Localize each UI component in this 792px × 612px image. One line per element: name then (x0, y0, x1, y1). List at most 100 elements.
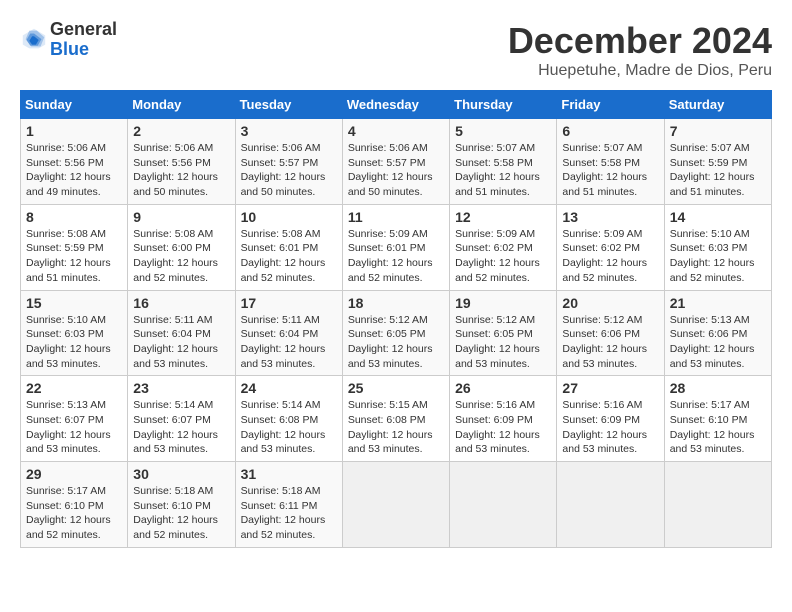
day-info: Sunrise: 5:15 AM Sunset: 6:08 PM Dayligh… (348, 398, 444, 457)
calendar-day-cell (450, 462, 557, 548)
day-number: 8 (26, 209, 122, 225)
day-info: Sunrise: 5:17 AM Sunset: 6:10 PM Dayligh… (26, 484, 122, 543)
day-info: Sunrise: 5:06 AM Sunset: 5:57 PM Dayligh… (348, 141, 444, 200)
calendar-day-cell: 22 Sunrise: 5:13 AM Sunset: 6:07 PM Dayli… (21, 376, 128, 462)
calendar-day-cell: 5Sunrise: 5:07 AM Sunset: 5:58 PM Daylig… (450, 119, 557, 205)
day-info: Sunrise: 5:11 AM Sunset: 6:04 PM Dayligh… (133, 313, 229, 372)
day-info: Sunrise: 5:09 AM Sunset: 6:02 PM Dayligh… (562, 227, 658, 286)
title-area: December 2024 Huepetuhe, Madre de Dios, … (508, 20, 772, 80)
calendar-day-cell: 2 Sunrise: 5:06 AM Sunset: 5:56 PM Daylig… (128, 119, 235, 205)
calendar-day-cell: 4 Sunrise: 5:06 AM Sunset: 5:57 PM Daylig… (342, 119, 449, 205)
calendar-week-row: 15 Sunrise: 5:10 AM Sunset: 6:03 PM Dayli… (21, 290, 772, 376)
day-number: 24 (241, 380, 337, 396)
calendar-day-cell: 11 Sunrise: 5:09 AM Sunset: 6:01 PM Dayli… (342, 204, 449, 290)
calendar-day-cell: 19 Sunrise: 5:12 AM Sunset: 6:05 PM Dayli… (450, 290, 557, 376)
day-info: Sunrise: 5:12 AM Sunset: 6:05 PM Dayligh… (348, 313, 444, 372)
day-number: 14 (670, 209, 766, 225)
weekday-header: Thursday (450, 91, 557, 119)
day-number: 4 (348, 123, 444, 139)
day-number: 3 (241, 123, 337, 139)
calendar-day-cell: 13 Sunrise: 5:09 AM Sunset: 6:02 PM Dayli… (557, 204, 664, 290)
page-title: December 2024 (508, 20, 772, 62)
weekday-header: Sunday (21, 91, 128, 119)
day-number: 25 (348, 380, 444, 396)
calendar-day-cell: 1 Sunrise: 5:06 AM Sunset: 5:56 PM Daylig… (21, 119, 128, 205)
day-number: 28 (670, 380, 766, 396)
calendar-day-cell: 3 Sunrise: 5:06 AM Sunset: 5:57 PM Daylig… (235, 119, 342, 205)
calendar-day-cell: 30Sunrise: 5:18 AM Sunset: 6:10 PM Dayli… (128, 462, 235, 548)
calendar-week-row: 22 Sunrise: 5:13 AM Sunset: 6:07 PM Dayli… (21, 376, 772, 462)
calendar-day-cell: 17Sunrise: 5:11 AM Sunset: 6:04 PM Dayli… (235, 290, 342, 376)
weekday-header: Tuesday (235, 91, 342, 119)
day-number: 22 (26, 380, 122, 396)
calendar-day-cell: 6 Sunrise: 5:07 AM Sunset: 5:58 PM Daylig… (557, 119, 664, 205)
day-info: Sunrise: 5:07 AM Sunset: 5:58 PM Dayligh… (455, 141, 551, 200)
calendar-day-cell: 31 Sunrise: 5:18 AM Sunset: 6:11 PM Dayli… (235, 462, 342, 548)
day-number: 12 (455, 209, 551, 225)
logo-icon (20, 26, 48, 54)
day-info: Sunrise: 5:13 AM Sunset: 6:07 PM Dayligh… (26, 398, 122, 457)
day-info: Sunrise: 5:08 AM Sunset: 6:01 PM Dayligh… (241, 227, 337, 286)
calendar-day-cell (664, 462, 771, 548)
calendar-day-cell: 14Sunrise: 5:10 AM Sunset: 6:03 PM Dayli… (664, 204, 771, 290)
weekday-header: Wednesday (342, 91, 449, 119)
calendar-week-row: 1 Sunrise: 5:06 AM Sunset: 5:56 PM Daylig… (21, 119, 772, 205)
weekday-header: Monday (128, 91, 235, 119)
day-info: Sunrise: 5:11 AM Sunset: 6:04 PM Dayligh… (241, 313, 337, 372)
calendar-day-cell: 26 Sunrise: 5:16 AM Sunset: 6:09 PM Dayli… (450, 376, 557, 462)
day-info: Sunrise: 5:09 AM Sunset: 6:02 PM Dayligh… (455, 227, 551, 286)
day-info: Sunrise: 5:18 AM Sunset: 6:11 PM Dayligh… (241, 484, 337, 543)
day-info: Sunrise: 5:14 AM Sunset: 6:08 PM Dayligh… (241, 398, 337, 457)
day-info: Sunrise: 5:17 AM Sunset: 6:10 PM Dayligh… (670, 398, 766, 457)
logo-blue-text: Blue (50, 39, 89, 59)
day-number: 15 (26, 295, 122, 311)
day-number: 19 (455, 295, 551, 311)
logo-general-text: General (50, 19, 117, 39)
day-number: 11 (348, 209, 444, 225)
calendar-week-row: 29Sunrise: 5:17 AM Sunset: 6:10 PM Dayli… (21, 462, 772, 548)
calendar-day-cell: 10Sunrise: 5:08 AM Sunset: 6:01 PM Dayli… (235, 204, 342, 290)
day-number: 26 (455, 380, 551, 396)
calendar-day-cell: 25 Sunrise: 5:15 AM Sunset: 6:08 PM Dayli… (342, 376, 449, 462)
calendar-day-cell: 20Sunrise: 5:12 AM Sunset: 6:06 PM Dayli… (557, 290, 664, 376)
day-info: Sunrise: 5:09 AM Sunset: 6:01 PM Dayligh… (348, 227, 444, 286)
day-number: 16 (133, 295, 229, 311)
day-info: Sunrise: 5:16 AM Sunset: 6:09 PM Dayligh… (562, 398, 658, 457)
calendar-day-cell: 23 Sunrise: 5:14 AM Sunset: 6:07 PM Dayli… (128, 376, 235, 462)
day-info: Sunrise: 5:12 AM Sunset: 6:06 PM Dayligh… (562, 313, 658, 372)
day-info: Sunrise: 5:14 AM Sunset: 6:07 PM Dayligh… (133, 398, 229, 457)
day-number: 18 (348, 295, 444, 311)
day-number: 2 (133, 123, 229, 139)
calendar-day-cell (342, 462, 449, 548)
day-info: Sunrise: 5:10 AM Sunset: 6:03 PM Dayligh… (26, 313, 122, 372)
day-number: 21 (670, 295, 766, 311)
day-info: Sunrise: 5:06 AM Sunset: 5:56 PM Dayligh… (133, 141, 229, 200)
day-number: 1 (26, 123, 122, 139)
calendar-table: SundayMondayTuesdayWednesdayThursdayFrid… (20, 90, 772, 548)
day-number: 31 (241, 466, 337, 482)
calendar-day-cell: 29Sunrise: 5:17 AM Sunset: 6:10 PM Dayli… (21, 462, 128, 548)
calendar-day-cell: 16 Sunrise: 5:11 AM Sunset: 6:04 PM Dayli… (128, 290, 235, 376)
day-number: 13 (562, 209, 658, 225)
day-info: Sunrise: 5:16 AM Sunset: 6:09 PM Dayligh… (455, 398, 551, 457)
day-info: Sunrise: 5:08 AM Sunset: 5:59 PM Dayligh… (26, 227, 122, 286)
calendar-week-row: 8 Sunrise: 5:08 AM Sunset: 5:59 PM Daylig… (21, 204, 772, 290)
day-number: 23 (133, 380, 229, 396)
day-number: 6 (562, 123, 658, 139)
calendar-day-cell: 27 Sunrise: 5:16 AM Sunset: 6:09 PM Dayli… (557, 376, 664, 462)
day-info: Sunrise: 5:07 AM Sunset: 5:59 PM Dayligh… (670, 141, 766, 200)
day-info: Sunrise: 5:06 AM Sunset: 5:56 PM Dayligh… (26, 141, 122, 200)
day-number: 27 (562, 380, 658, 396)
day-number: 30 (133, 466, 229, 482)
page-header: General Blue December 2024 Huepetuhe, Ma… (20, 20, 772, 80)
logo: General Blue (20, 20, 117, 60)
calendar-day-cell: 9Sunrise: 5:08 AM Sunset: 6:00 PM Daylig… (128, 204, 235, 290)
day-info: Sunrise: 5:12 AM Sunset: 6:05 PM Dayligh… (455, 313, 551, 372)
page-subtitle: Huepetuhe, Madre de Dios, Peru (508, 62, 772, 80)
day-info: Sunrise: 5:07 AM Sunset: 5:58 PM Dayligh… (562, 141, 658, 200)
calendar-day-cell: 28 Sunrise: 5:17 AM Sunset: 6:10 PM Dayli… (664, 376, 771, 462)
calendar-header-row: SundayMondayTuesdayWednesdayThursdayFrid… (21, 91, 772, 119)
calendar-day-cell: 12 Sunrise: 5:09 AM Sunset: 6:02 PM Dayli… (450, 204, 557, 290)
day-info: Sunrise: 5:06 AM Sunset: 5:57 PM Dayligh… (241, 141, 337, 200)
calendar-day-cell: 7Sunrise: 5:07 AM Sunset: 5:59 PM Daylig… (664, 119, 771, 205)
